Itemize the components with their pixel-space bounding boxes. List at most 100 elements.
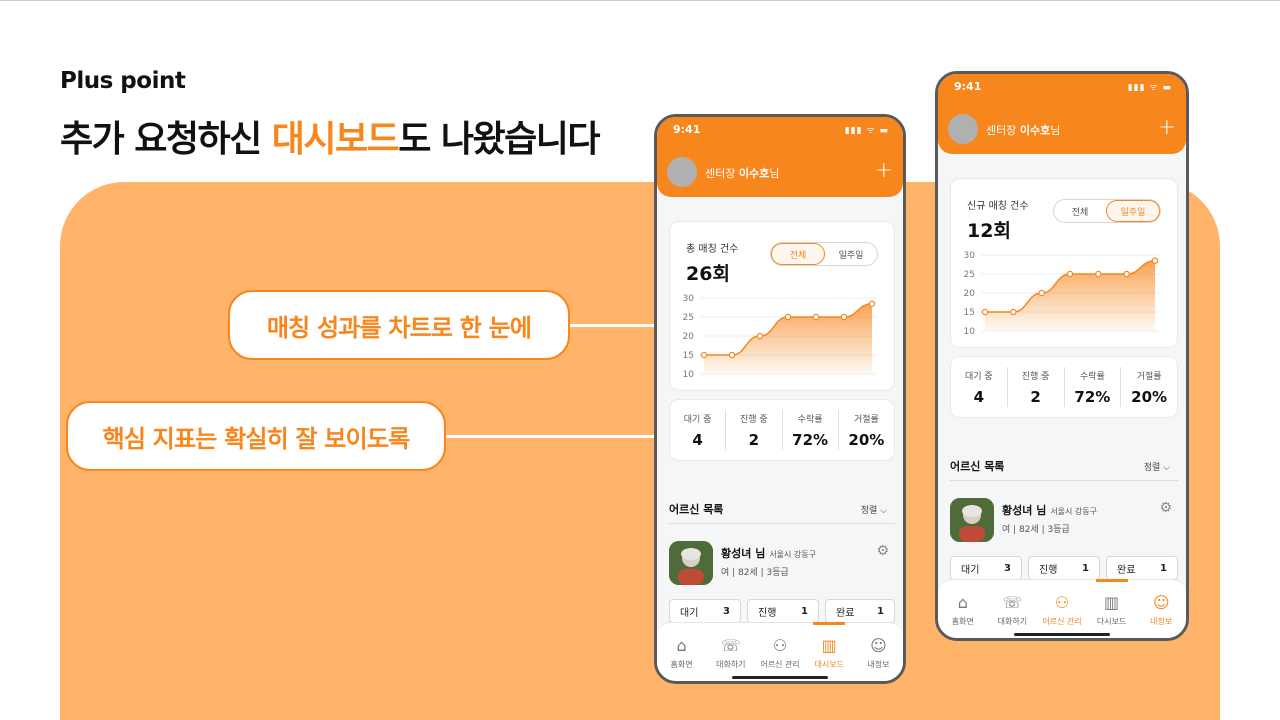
data-point <box>1151 257 1159 264</box>
stat-in-progress: 진행 1 <box>1028 556 1100 580</box>
stat-value: 1 <box>1082 562 1089 574</box>
elder-name-text: 황성녀 님 <box>721 547 766 560</box>
data-point <box>840 313 848 321</box>
tab-dashboard[interactable]: ▥ 대시보드 <box>805 622 854 681</box>
metric-value: 4 <box>692 430 703 449</box>
metric-value: 20% <box>848 430 885 449</box>
elder-name-text: 황성녀 님 <box>1002 504 1047 517</box>
app-header: 9:41 ▮▮▮ ᯤ ▬ 센터장 이수호님 + <box>938 74 1186 154</box>
toggle-week[interactable]: 일주일 <box>825 243 877 265</box>
tab-elder-manage[interactable]: ⚇ 어르신 관리 <box>1037 580 1087 638</box>
stat-waiting: 대기 3 <box>669 599 741 623</box>
metric-label: 수락률 <box>1079 371 1105 382</box>
elder-list-title: 어르신 목록 <box>950 460 1005 473</box>
stat-label: 완료 <box>1117 564 1136 576</box>
metric-reject-rate: 거절률 20% <box>839 410 894 450</box>
sort-dropdown[interactable]: 정렬 ⌵ <box>1144 460 1170 473</box>
elder-name: 황성녀 님 서울시 강동구 <box>1002 502 1097 518</box>
tab-label: 대화하기 <box>997 617 1028 626</box>
headline-highlight: 대시보드 <box>271 119 400 160</box>
tab-chat[interactable]: ☏ 대화하기 <box>988 580 1038 638</box>
y-tick-label: 15 <box>964 308 975 318</box>
elder-location: 서울시 강동구 <box>1050 507 1098 516</box>
y-tick-label: 25 <box>964 270 975 280</box>
tab-label: 어르신 관리 <box>760 660 800 669</box>
elder-name: 황성녀 님 서울시 강동구 <box>721 545 816 561</box>
tab-home[interactable]: ⌂ 홈화면 <box>938 580 988 638</box>
y-tick-label: 30 <box>964 251 976 261</box>
greeting: 센터장 이수호님 <box>705 165 779 181</box>
data-point <box>981 308 989 316</box>
metric-label: 거절률 <box>853 414 879 425</box>
toggle-week[interactable]: 일주일 <box>1106 200 1160 222</box>
tab-label: 다시보드 <box>1096 617 1127 626</box>
metric-label: 수락률 <box>797 414 823 425</box>
data-point <box>868 300 876 307</box>
slide-kicker: Plus point <box>60 68 186 94</box>
gear-icon[interactable]: ⚙ <box>876 543 889 559</box>
data-point <box>1038 289 1045 297</box>
matching-area-chart: 30 25 20 15 10 <box>964 251 1159 337</box>
bottom-tab-bar: ⌂ 홈화면 ☏ 대화하기 ⚇ 어르신 관리 ▥ 다시보드 ☺ 내정보 <box>938 579 1186 638</box>
stat-value: 3 <box>723 605 730 617</box>
toggle-all[interactable]: 전체 <box>1054 200 1106 222</box>
y-tick-label: 10 <box>964 327 976 337</box>
bar-chart-icon: ▥ <box>821 636 837 655</box>
add-button[interactable]: + <box>1158 117 1176 139</box>
tab-dashboard[interactable]: ▥ 다시보드 <box>1087 579 1137 638</box>
avatar[interactable] <box>948 114 978 144</box>
stat-label: 대기 <box>961 564 980 576</box>
data-point <box>756 332 764 340</box>
metric-label: 진행 중 <box>740 414 768 425</box>
sort-dropdown[interactable]: 정렬 ⌵ <box>861 503 887 516</box>
top-divider <box>0 0 1280 1</box>
app-header: 9:41 ▮▮▮ ᯤ ▬ 센터장 이수호님 + <box>657 117 903 197</box>
bar-chart-icon: ▥ <box>1104 593 1120 612</box>
home-icon: ⌂ <box>676 636 687 655</box>
toggle-all[interactable]: 전체 <box>771 243 825 265</box>
greeting-role: 센터장 <box>986 124 1020 137</box>
elder-list-title: 어르신 목록 <box>669 503 724 516</box>
callout-metrics: 핵심 지표는 확실히 잘 보이도록 <box>66 401 446 471</box>
add-button[interactable]: + <box>875 160 893 182</box>
elder-photo[interactable] <box>950 498 994 542</box>
metric-value: 2 <box>1030 387 1041 406</box>
callout-chart: 매칭 성과를 차트로 한 눈에 <box>228 290 570 360</box>
home-indicator <box>1014 633 1110 636</box>
y-tick-label: 20 <box>964 289 976 299</box>
headline-post: 도 나왔습니다 <box>398 119 600 160</box>
metric-waiting: 대기 중 4 <box>951 367 1008 407</box>
y-tick-label: 25 <box>683 313 694 323</box>
metric-waiting: 대기 중 4 <box>670 410 727 450</box>
avatar[interactable] <box>667 157 697 187</box>
stat-label: 진행 <box>758 607 777 619</box>
status-time: 9:41 <box>673 123 701 136</box>
divider <box>950 480 1178 481</box>
elder-location: 서울시 강동구 <box>769 550 817 559</box>
metric-in-progress: 진행 중 2 <box>1008 367 1065 407</box>
tab-elder-manage[interactable]: ⚇ 어르신 관리 <box>755 623 804 681</box>
elder-photo[interactable] <box>669 541 713 585</box>
profile-icon: ☺ <box>870 636 887 655</box>
profile-icon: ☺ <box>1152 593 1170 612</box>
greeting-suffix: 님 <box>769 167 780 180</box>
metric-value: 72% <box>1074 387 1111 406</box>
chart-card: 신규 매칭 건수 12회 전체 일주일 30 25 20 15 10 <box>950 178 1178 348</box>
metric-value: 4 <box>973 387 985 406</box>
elder-meta: 여 | 82세 | 3등급 <box>721 568 789 578</box>
metric-value: 2 <box>748 430 760 449</box>
gear-icon[interactable]: ⚙ <box>1159 500 1172 516</box>
tab-my-info[interactable]: ☺ 내정보 <box>854 623 903 681</box>
chat-icon: ☏ <box>720 636 741 655</box>
tab-label: 홈화면 <box>670 660 693 669</box>
data-point <box>728 351 736 359</box>
tab-chat[interactable]: ☏ 대화하기 <box>706 623 755 681</box>
stat-complete: 완료 1 <box>825 599 895 623</box>
tab-home[interactable]: ⌂ 홈화면 <box>657 623 706 681</box>
period-toggle: 전체 일주일 <box>770 242 878 266</box>
metric-accept-rate: 수락률 72% <box>1065 367 1122 407</box>
data-point <box>1010 308 1017 316</box>
greeting-suffix: 님 <box>1050 124 1061 137</box>
tab-my-info[interactable]: ☺ 내정보 <box>1136 580 1186 638</box>
greeting-name: 이수호 <box>1019 124 1051 137</box>
